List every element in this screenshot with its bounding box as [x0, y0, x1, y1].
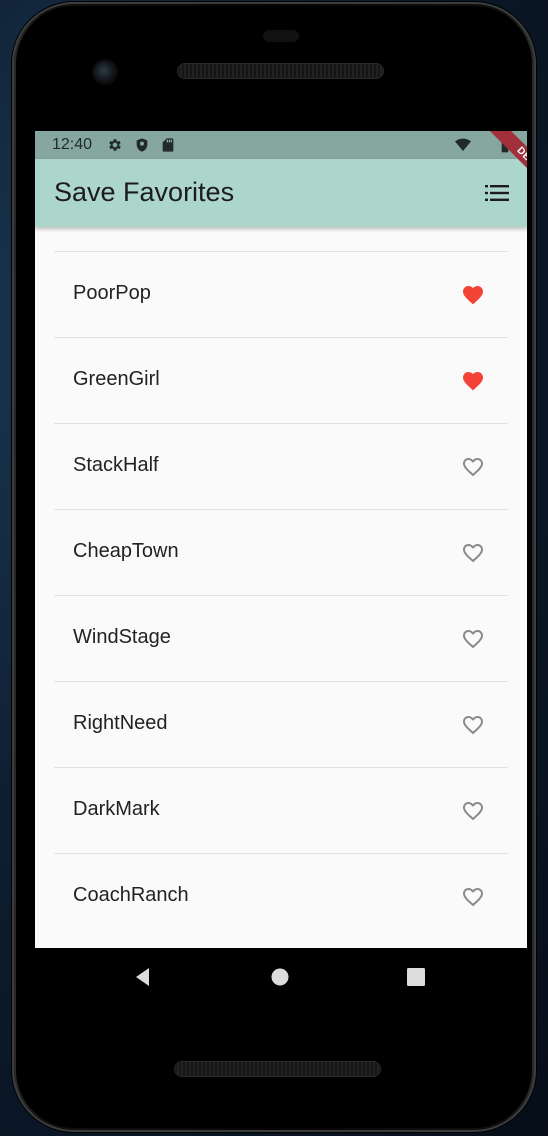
earpiece-speaker	[178, 64, 383, 78]
list-item-label: StackHalf	[73, 454, 159, 476]
top-sensor	[263, 30, 299, 42]
system-nav-bar	[35, 948, 527, 1006]
shield-icon	[136, 138, 148, 152]
status-time: 12:40	[52, 136, 93, 153]
list-item[interactable]: WindStage	[54, 596, 508, 682]
battery-icon	[501, 137, 509, 153]
bottom-speaker	[175, 1062, 380, 1076]
heart-outline-icon[interactable]	[460, 541, 486, 565]
list-item[interactable]: PoorPop	[54, 252, 508, 338]
sd-card-icon	[162, 138, 174, 152]
list-item-label: CheapTown	[73, 540, 179, 562]
list-item[interactable]: StackHalf	[54, 424, 508, 510]
status-bar: 12:40	[35, 131, 527, 159]
list-item-label: CoachRanch	[73, 884, 189, 906]
list-item-label: DarkMark	[73, 798, 160, 820]
heart-filled-icon[interactable]	[460, 369, 486, 393]
settings-icon	[109, 139, 121, 151]
heart-outline-icon[interactable]	[460, 885, 486, 909]
heart-outline-icon[interactable]	[460, 713, 486, 737]
app-screen: 12:40 Save Favorites DEBUG PoorPop Green…	[35, 131, 527, 948]
list-item-label: GreenGirl	[73, 368, 160, 390]
list-item[interactable]: GreenGirl	[54, 338, 508, 424]
list-item[interactable]: DarkMark	[54, 768, 508, 854]
front-camera	[94, 61, 116, 83]
list-item[interactable]: CheapTown	[54, 510, 508, 596]
list-icon[interactable]	[485, 182, 509, 204]
list-item-label: PoorPop	[73, 282, 151, 304]
list-item[interactable]: RightNeed	[54, 682, 508, 768]
list-item-label: RightNeed	[73, 712, 168, 734]
favorites-list: PoorPop GreenGirl StackHalf CheapTown WindSt…	[54, 227, 508, 939]
wifi-icon	[455, 138, 471, 151]
page-title: Save Favorites	[54, 177, 235, 207]
back-icon[interactable]	[131, 965, 155, 989]
heart-outline-icon[interactable]	[460, 627, 486, 651]
heart-outline-icon[interactable]	[460, 455, 486, 479]
list-item-label: WindStage	[73, 626, 171, 648]
recents-icon[interactable]	[404, 965, 428, 989]
home-icon[interactable]	[268, 965, 292, 989]
list-item[interactable]: CoachRanch	[54, 854, 508, 939]
heart-outline-icon[interactable]	[460, 799, 486, 823]
app-bar: Save Favorites	[35, 159, 527, 227]
heart-filled-icon[interactable]	[460, 283, 486, 307]
